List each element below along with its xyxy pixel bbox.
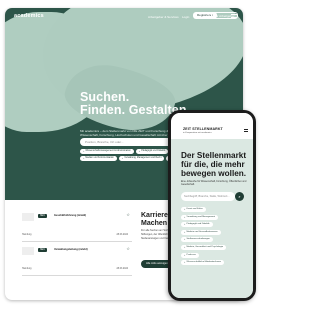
chip-label: Kunst und Kultur bbox=[186, 208, 203, 210]
job-title[interactable]: Verwaltungsleitung (m/w/d) bbox=[54, 248, 129, 251]
employer-logo bbox=[22, 247, 34, 255]
search-icon: ⌕ bbox=[83, 150, 85, 153]
category-chip[interactable]: ⌕ Stellenausschreibungen bbox=[181, 237, 213, 243]
search-icon[interactable]: ⌕ bbox=[235, 192, 244, 201]
phone-category-chips: ⌕ Kunst und Kultur ⌕ Verwaltung und Manage… bbox=[181, 207, 247, 266]
new-badge: NEU bbox=[38, 248, 47, 252]
nav-link-login[interactable]: Login bbox=[182, 15, 189, 19]
category-chip[interactable]: ⌕ Medizin und Gesundheitswesen bbox=[181, 229, 221, 235]
phone-headline-line: bewegen wollen. bbox=[181, 169, 247, 178]
search-icon: ⌕ bbox=[184, 261, 186, 265]
phone-screen: ZEIT STELLENMARKT in Kooperation mit aca… bbox=[171, 113, 253, 298]
job-location: Hamburg bbox=[22, 268, 32, 270]
search-icon: ⌕ bbox=[184, 208, 186, 211]
academics-logo[interactable]: academics bbox=[14, 13, 44, 19]
search-icon: ⌕ bbox=[184, 215, 186, 219]
chip-label: Medien und Kommunikation bbox=[85, 157, 114, 159]
chip-label: Pädagogik und Didaktik bbox=[186, 223, 210, 226]
phone-mockup: ZEIT STELLENMARKT in Kooperation mit aca… bbox=[168, 110, 256, 301]
search-icon: ⌕ bbox=[138, 150, 141, 153]
category-chip[interactable]: ⌕Kunst und Kultur bbox=[181, 207, 206, 212]
menu-icon[interactable] bbox=[244, 129, 248, 132]
bookmark-icon[interactable]: ☆ bbox=[126, 212, 130, 217]
phone-header: ZEIT STELLENMARKT in Kooperation mit aca… bbox=[171, 113, 253, 139]
category-chip[interactable]: ⌕ Verwaltung und Management bbox=[181, 214, 218, 220]
search-icon: ⌕ bbox=[83, 157, 85, 160]
new-badge: NEU bbox=[38, 214, 47, 218]
search-icon: ⌕ bbox=[184, 223, 186, 227]
menu-icon[interactable] bbox=[231, 14, 237, 18]
chip-label: Stellenausschreibungen bbox=[186, 238, 210, 241]
job-date: 28.03.2024 bbox=[116, 234, 129, 236]
chip-label: Verwaltung, Management und Recht bbox=[124, 157, 162, 159]
chip-label: Pädagogik und Didaktik bbox=[141, 150, 166, 152]
nav-link-employer-services[interactable]: Arbeitgeber & Services bbox=[148, 15, 179, 19]
category-chip[interactable]: ⌕ Professur bbox=[181, 252, 199, 258]
category-chip[interactable]: ⌕ Medizin, Gesundheit und Psychologie bbox=[181, 244, 227, 250]
bookmark-icon[interactable]: ☆ bbox=[126, 246, 130, 251]
zeit-stellenmarkt-logo[interactable]: ZEIT STELLENMARKT bbox=[183, 127, 223, 131]
logo-tagline: in Kooperation mit academics bbox=[183, 132, 212, 134]
chip-label: Wissenschaftliche Mitarbeiter/innen bbox=[186, 261, 221, 264]
employer-logo bbox=[22, 213, 34, 221]
chip-label: Medizin und Gesundheitswesen bbox=[186, 230, 218, 233]
search-icon: ⌕ bbox=[184, 230, 186, 234]
search-icon: ⌕ bbox=[121, 157, 124, 160]
category-chip[interactable]: ⌕ Verwaltung, Management und Recht bbox=[118, 156, 165, 161]
search-icon: ⌕ bbox=[184, 253, 186, 257]
job-card[interactable]: NEU Verwaltungsleitung (m/w/d) ☆ Hamburg… bbox=[22, 242, 132, 276]
category-chip[interactable]: ⌕ Pädagogik und Didaktik bbox=[181, 222, 213, 228]
chip-label: Wissenschaftsmanagement & Administration bbox=[85, 150, 131, 152]
job-location: Hamburg bbox=[22, 234, 32, 236]
search-icon: ⌕ bbox=[184, 245, 186, 249]
chip-label: Medizin, Gesundheit und Psychologie bbox=[186, 245, 224, 248]
job-title[interactable]: Geschäftsführung (m/w/d) bbox=[54, 214, 129, 217]
chip-label: Verwaltung und Management bbox=[186, 215, 215, 218]
phone-headline-line: für die, die mehr bbox=[181, 160, 245, 169]
phone-headline-line: Der Stellenmarkt bbox=[181, 151, 247, 160]
job-list: NEU Geschäftsführung (m/w/d) ☆ Hamburg 2… bbox=[22, 208, 132, 276]
category-chip[interactable]: ⌕ Wissenschaftsmanagement & Administratio… bbox=[80, 149, 134, 154]
phone-headline: Der Stellenmarkt für die, die mehr beweg… bbox=[181, 151, 246, 178]
top-navigation: academics Arbeitgeber & Services Login R… bbox=[5, 8, 243, 26]
job-card[interactable]: NEU Geschäftsführung (m/w/d) ☆ Hamburg 2… bbox=[22, 208, 132, 242]
category-chip[interactable]: ⌕ Wissenschaftliche Mitarbeiter/innen bbox=[181, 260, 224, 266]
search-icon: ⌕ bbox=[184, 238, 186, 242]
category-chip[interactable]: ⌕ Pädagogik und Didaktik bbox=[135, 149, 169, 154]
phone-search-input[interactable]: Suchbegriff, Branche, Stelle, Wohnort... bbox=[181, 192, 235, 201]
hero-headline-line: Suchen. bbox=[80, 90, 130, 104]
chip-label: Professur bbox=[186, 253, 196, 256]
phone-subtitle: Eine Jobsuche für Wissenschaft, Forschun… bbox=[181, 180, 247, 187]
job-date: 28.03.2024 bbox=[116, 268, 129, 270]
category-chip[interactable]: ⌕ Medien und Kommunikation bbox=[80, 156, 117, 161]
